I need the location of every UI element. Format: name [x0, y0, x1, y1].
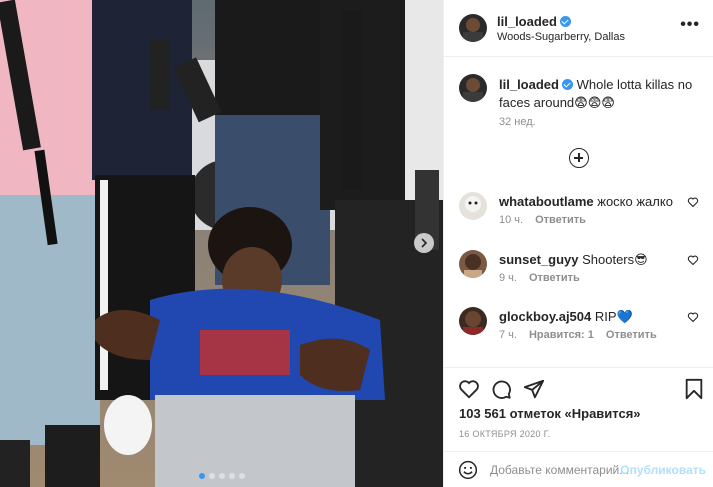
comment-time[interactable]: 9 ч. [499, 272, 517, 284]
commenter-avatar[interactable] [459, 250, 487, 278]
comment-username[interactable]: sunset_guyy [499, 252, 578, 267]
caption-author-username[interactable]: lil_loaded [499, 77, 559, 92]
heart-icon[interactable] [687, 254, 699, 266]
caption-author-avatar[interactable] [459, 74, 487, 102]
carousel-dot [208, 473, 215, 479]
comment-body: glockboy.aj504 RIP💙 [499, 309, 633, 325]
commenter-avatar[interactable] [459, 192, 487, 220]
carousel-dot [228, 473, 235, 479]
comment-text: Shooters😎 [582, 252, 648, 267]
carousel-dot [198, 473, 205, 479]
avatar-image [464, 254, 482, 278]
comment-time[interactable]: 10 ч. [499, 214, 523, 226]
comment-item: whataboutlame жоско жалко 10 ч. Ответить [459, 192, 709, 236]
comment-text: RIP💙 [594, 309, 633, 324]
comment-time[interactable]: 7 ч. [499, 329, 517, 341]
carousel-dot [218, 473, 225, 479]
comment-username[interactable]: whataboutlame [499, 194, 594, 209]
heart-icon[interactable] [687, 196, 699, 208]
paper-plane-icon[interactable] [523, 378, 545, 400]
post-photo[interactable] [0, 0, 443, 487]
comment-meta: 7 ч. Нравится: 1 Ответить [499, 329, 669, 341]
author-avatar[interactable] [459, 14, 487, 42]
avatar-image [465, 196, 481, 212]
next-photo-button[interactable] [414, 233, 434, 253]
avatar-image [463, 78, 483, 102]
comment-body: whataboutlame жоско жалко [499, 194, 673, 209]
verified-badge-icon [559, 16, 571, 27]
plus-circle-icon[interactable] [569, 148, 589, 168]
more-options-icon[interactable]: ••• [680, 17, 700, 33]
reply-button[interactable]: Ответить [606, 329, 657, 341]
post-date[interactable]: 16 ОКТЯБРЯ 2020 Г. [459, 429, 550, 439]
reply-button[interactable]: Ответить [529, 272, 580, 284]
add-comment-bar: Опубликовать [444, 451, 713, 487]
comment-text: жоско жалко [597, 194, 673, 209]
avatar-image [463, 311, 483, 335]
post-actions: 103 561 отметок «Нравится» 16 ОКТЯБРЯ 20… [444, 367, 713, 487]
carousel-dot [238, 473, 245, 479]
carousel-indicator [0, 473, 443, 479]
comment-bubble-icon[interactable] [490, 378, 512, 400]
heart-icon[interactable] [687, 311, 699, 323]
comment-meta: 10 ч. Ответить [499, 214, 598, 226]
publish-button[interactable]: Опубликовать [620, 463, 706, 477]
bookmark-icon[interactable] [684, 378, 704, 400]
author-username[interactable]: lil_loaded [497, 14, 557, 29]
caption-text-block: lil_loaded Whole lotta killas no faces a… [499, 76, 699, 112]
likes-count[interactable]: 103 561 отметок «Нравится» [459, 406, 641, 421]
location-link[interactable]: Woods-Sugarberry, Dallas [497, 31, 625, 43]
post-sidebar: lil_loaded Woods-Sugarberry, Dallas ••• … [443, 0, 713, 487]
heart-icon[interactable] [458, 378, 480, 400]
reply-button[interactable]: Ответить [535, 214, 586, 226]
smiley-icon[interactable] [458, 460, 478, 480]
comment-item: glockboy.aj504 RIP💙 7 ч. Нравится: 1 Ответ… [459, 307, 709, 351]
comment-meta: 9 ч. Ответить [499, 272, 592, 284]
comment-likes[interactable]: Нравится: 1 [529, 329, 594, 341]
author-username-row: lil_loaded [497, 14, 571, 29]
photo-illustration [0, 0, 443, 487]
caption-timestamp[interactable]: 32 нед. [499, 116, 536, 128]
chevron-right-icon [421, 238, 428, 248]
post-header: lil_loaded Woods-Sugarberry, Dallas ••• [444, 0, 713, 57]
commenter-avatar[interactable] [459, 307, 487, 335]
verified-badge-icon [561, 79, 573, 90]
comment-input[interactable] [490, 460, 640, 480]
avatar-image [463, 18, 483, 42]
comment-username[interactable]: glockboy.aj504 [499, 309, 591, 324]
comment-body: sunset_guyy Shooters😎 [499, 252, 648, 268]
comment-item: sunset_guyy Shooters😎 9 ч. Ответить [459, 250, 709, 294]
